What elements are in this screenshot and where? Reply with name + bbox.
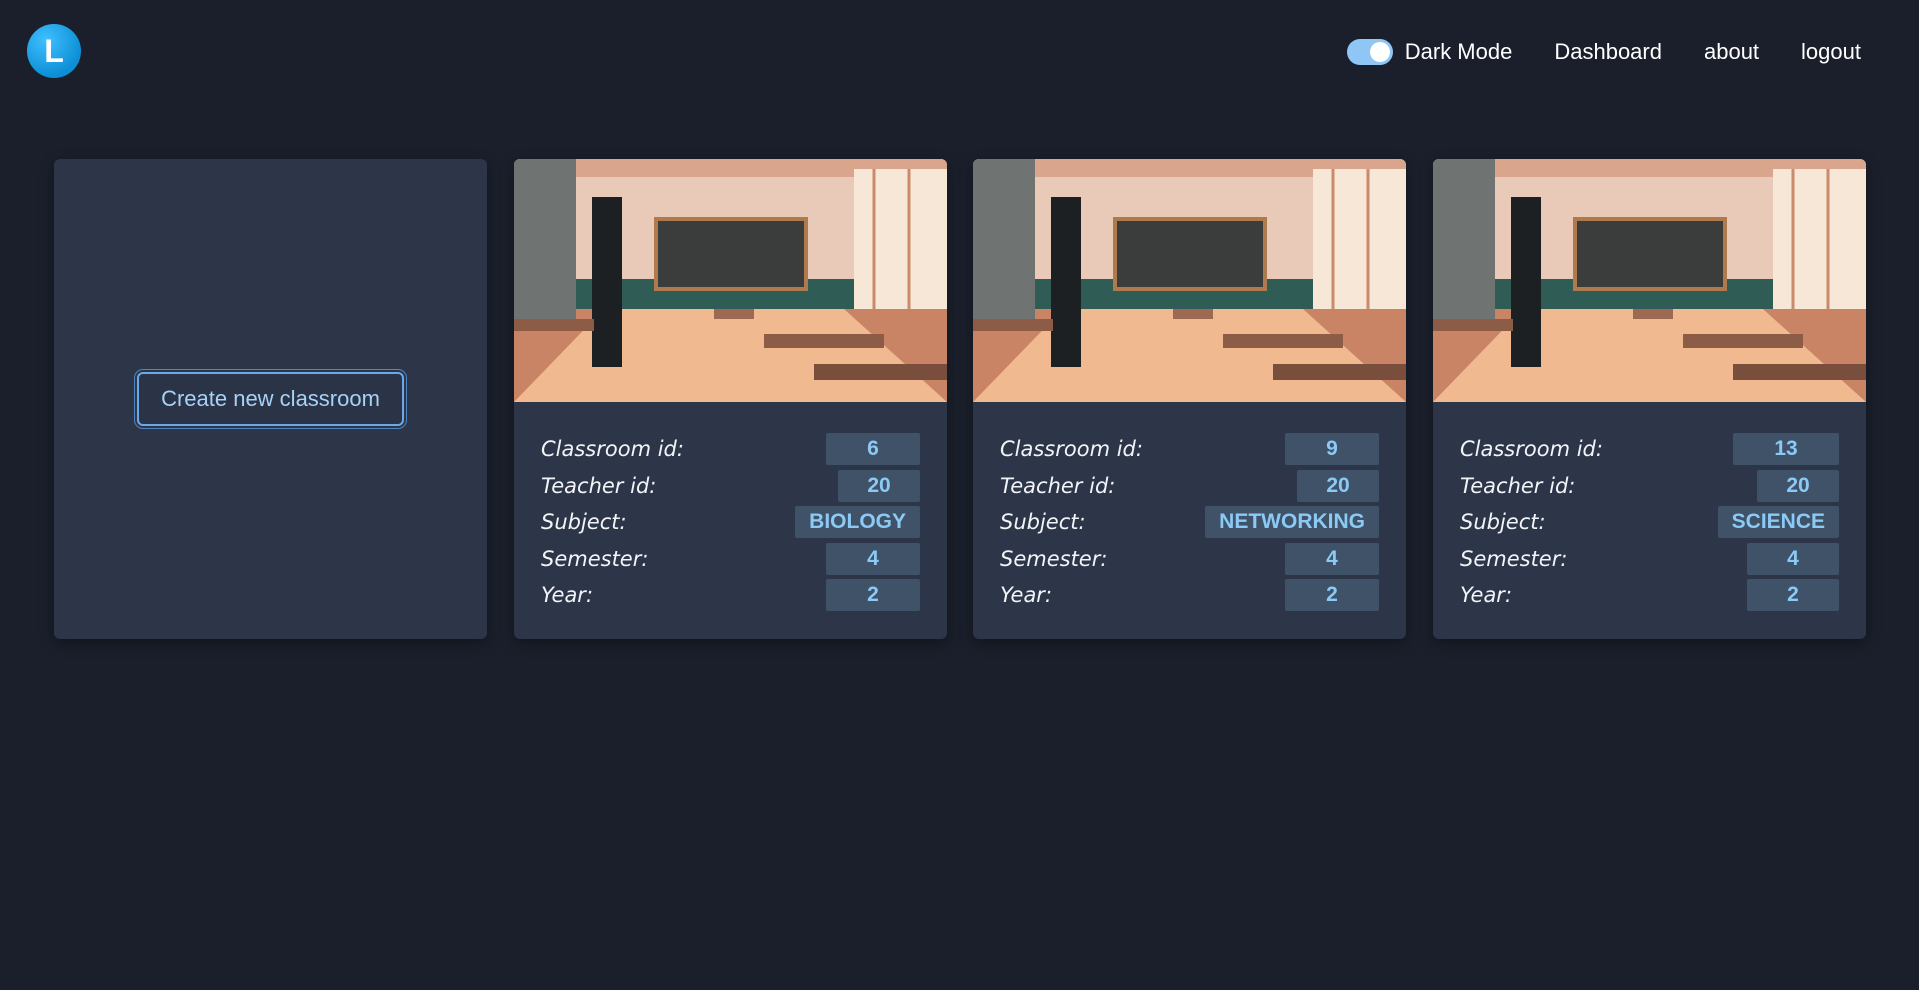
semester-value: 4: [826, 542, 920, 575]
row-teacher-id: Teacher id: 20: [1460, 468, 1839, 505]
semester-value: 4: [1285, 542, 1379, 575]
subject-label: Subject:: [1460, 510, 1546, 535]
dark-mode-toggle[interactable]: [1346, 39, 1393, 65]
row-subject: Subject: SCIENCE: [1460, 504, 1839, 541]
row-subject: Subject: NETWORKING: [1000, 504, 1379, 541]
teacher-id-label: Teacher id:: [1460, 473, 1576, 498]
teacher-id-value: 20: [1757, 469, 1839, 502]
classroom-id-label: Classroom id:: [1000, 437, 1143, 462]
logo-letter: L: [44, 32, 64, 69]
semester-value: 4: [1747, 542, 1839, 575]
subject-value: SCIENCE: [1717, 506, 1839, 539]
classroom-thumbnail-image: [514, 159, 947, 402]
row-year: Year: 2: [1460, 577, 1839, 614]
classroom-id-value: 13: [1733, 433, 1839, 466]
navbar: L Dark Mode Dashboard about logout: [0, 0, 1919, 104]
create-classroom-button[interactable]: Create new classroom: [137, 372, 404, 426]
year-value: 2: [826, 579, 920, 612]
classroom-card[interactable]: Classroom id: 6 Teacher id: 20 Subject: …: [514, 159, 947, 639]
subject-value: BIOLOGY: [795, 506, 920, 539]
semester-label: Semester:: [1000, 546, 1108, 571]
nav-dashboard-link[interactable]: Dashboard: [1554, 39, 1662, 65]
classroom-thumbnail-image: [973, 159, 1406, 402]
year-label: Year:: [541, 583, 594, 608]
row-year: Year: 2: [541, 577, 920, 614]
classroom-id-label: Classroom id:: [541, 437, 684, 462]
row-semester: Semester: 4: [1000, 541, 1379, 578]
app-logo[interactable]: L: [27, 24, 81, 78]
classroom-info: Classroom id: 9 Teacher id: 20 Subject: …: [1000, 431, 1379, 614]
row-classroom-id: Classroom id: 9: [1000, 431, 1379, 468]
row-year: Year: 2: [1000, 577, 1379, 614]
row-subject: Subject: BIOLOGY: [541, 504, 920, 541]
classroom-card[interactable]: Classroom id: 9 Teacher id: 20 Subject: …: [973, 159, 1406, 639]
semester-label: Semester:: [1460, 546, 1568, 571]
year-value: 2: [1747, 579, 1839, 612]
semester-label: Semester:: [541, 546, 649, 571]
row-classroom-id: Classroom id: 13: [1460, 431, 1839, 468]
subject-value: NETWORKING: [1205, 506, 1379, 539]
teacher-id-label: Teacher id:: [1000, 473, 1116, 498]
subject-label: Subject:: [541, 510, 627, 535]
classroom-info: Classroom id: 13 Teacher id: 20 Subject:…: [1460, 431, 1839, 614]
toggle-knob: [1369, 42, 1390, 62]
teacher-id-label: Teacher id:: [541, 473, 657, 498]
nav-links: Dark Mode Dashboard about logout: [1346, 34, 1861, 70]
create-classroom-card: Create new classroom: [54, 159, 487, 639]
classroom-id-label: Classroom id:: [1460, 437, 1603, 462]
year-label: Year:: [1460, 583, 1513, 608]
teacher-id-value: 20: [1297, 469, 1379, 502]
year-value: 2: [1285, 579, 1379, 612]
classroom-thumbnail-image: [1433, 159, 1866, 402]
nav-logout-link[interactable]: logout: [1801, 39, 1861, 65]
row-semester: Semester: 4: [541, 541, 920, 578]
teacher-id-value: 20: [838, 469, 920, 502]
row-teacher-id: Teacher id: 20: [541, 468, 920, 505]
classroom-id-value: 9: [1285, 433, 1379, 466]
dark-mode-toggle-group: Dark Mode: [1346, 39, 1513, 65]
nav-about-link[interactable]: about: [1704, 39, 1759, 65]
row-teacher-id: Teacher id: 20: [1000, 468, 1379, 505]
row-semester: Semester: 4: [1460, 541, 1839, 578]
subject-label: Subject:: [1000, 510, 1086, 535]
classroom-card[interactable]: Classroom id: 13 Teacher id: 20 Subject:…: [1433, 159, 1866, 639]
classroom-info: Classroom id: 6 Teacher id: 20 Subject: …: [541, 431, 920, 614]
row-classroom-id: Classroom id: 6: [541, 431, 920, 468]
year-label: Year:: [1000, 583, 1053, 608]
classroom-id-value: 6: [826, 433, 920, 466]
dark-mode-label: Dark Mode: [1404, 39, 1513, 64]
